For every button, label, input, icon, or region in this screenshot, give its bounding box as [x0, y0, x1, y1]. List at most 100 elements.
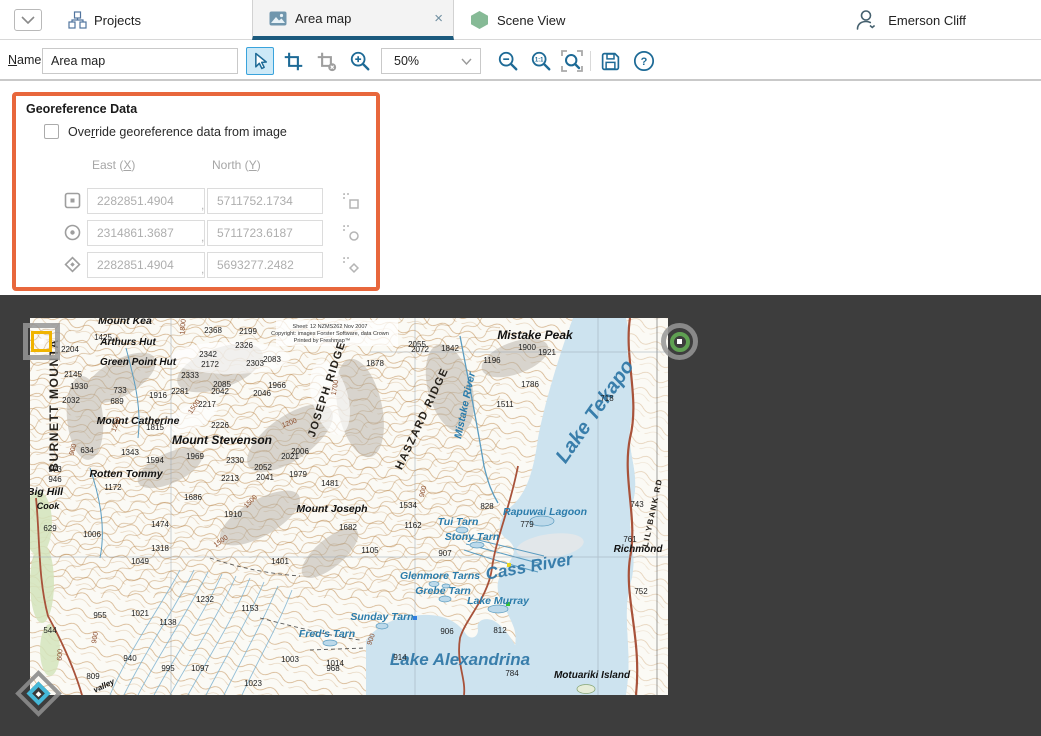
map-label: Fred's Tarn: [299, 628, 355, 640]
map-label: 1481: [321, 479, 339, 488]
map-label: 718: [600, 394, 614, 403]
map-label: 1162: [404, 521, 422, 530]
zoom-one-to-one-icon: 1:1: [530, 50, 552, 72]
map-label: 2172: [201, 360, 219, 369]
georef-marker-top-right[interactable]: [661, 323, 698, 360]
remove-crop-button[interactable]: [312, 47, 340, 75]
zoom-in-button[interactable]: [346, 47, 374, 75]
map-label: 2326: [235, 341, 253, 350]
tab-scene-view-label: Scene View: [497, 13, 565, 28]
save-button[interactable]: [596, 47, 624, 75]
map-label: 544: [43, 626, 57, 635]
map-label: 779: [520, 520, 534, 529]
map-label: Green Point Hut: [100, 357, 177, 368]
east-x-input-3[interactable]: 2282851.4904: [87, 252, 205, 278]
georef-row-bottom-left: 2282851.4904 , 5693277.2482: [16, 252, 376, 278]
map-label: Rotten Tommy: [89, 468, 163, 480]
crop-tool-button[interactable]: [279, 47, 307, 75]
map-label: 1049: [131, 557, 149, 566]
help-button[interactable]: ?: [630, 47, 658, 75]
map-label: 1511: [496, 400, 514, 409]
zoom-level-value: 50%: [394, 54, 419, 68]
expand-menu-button[interactable]: [14, 9, 42, 31]
pick-diamond-from-map-button[interactable]: [342, 256, 360, 274]
nav-projects[interactable]: Projects: [68, 0, 141, 40]
zoom-actual-size-button[interactable]: 1:1: [527, 47, 555, 75]
circle-point-icon: [64, 224, 81, 241]
close-tab-icon[interactable]: ×: [434, 11, 443, 26]
map-label: 1343: [121, 448, 139, 457]
map-label: Big Hill: [30, 486, 64, 498]
pick-circle-from-map-button[interactable]: [342, 224, 360, 242]
map-label: 2204: [61, 345, 79, 354]
tab-scene-view[interactable]: Scene View: [470, 0, 565, 40]
map-label: 1425: [94, 333, 112, 342]
map-label: 1786: [521, 380, 539, 389]
zoom-to-fit-button[interactable]: [558, 47, 586, 75]
georef-marker-top-left[interactable]: [23, 323, 60, 360]
zoom-level-select[interactable]: 50%: [381, 48, 481, 74]
map-label: 2333: [181, 371, 199, 380]
name-input[interactable]: [42, 48, 238, 74]
map-canvas-area: Sheet: 12 NZMS262 Nov 2007Copyright: ima…: [0, 295, 1041, 736]
name-label: Name:: [8, 53, 45, 67]
coordinate-separator: ,: [201, 198, 204, 212]
toolbar: Name: 50%: [0, 41, 1041, 81]
map-label: 1474: [151, 520, 169, 529]
east-x-input-2[interactable]: 2314861.3687: [87, 220, 205, 246]
map-label: 784: [505, 669, 519, 678]
map-label: 2342: [199, 350, 217, 359]
map-label: Sunday Tarn: [350, 611, 413, 623]
map-image[interactable]: Sheet: 12 NZMS262 Nov 2007Copyright: ima…: [30, 318, 668, 695]
pick-square-from-map-button[interactable]: [342, 192, 360, 210]
map-label: 812: [493, 626, 507, 635]
georef-row-top-right: 2314861.3687 , 5711723.6187: [16, 220, 376, 246]
north-y-input-3[interactable]: 5693277.2482: [207, 252, 323, 278]
override-checkbox-row[interactable]: Override georeference data from image: [44, 124, 287, 139]
map-label: 1138: [159, 618, 177, 627]
map-label: 1021: [131, 609, 149, 618]
north-y-input-2[interactable]: 5711723.6187: [207, 220, 323, 246]
north-y-input-1[interactable]: 5711752.1734: [207, 188, 323, 214]
map-label: 1172: [104, 483, 122, 492]
override-checkbox[interactable]: [44, 124, 59, 139]
user-menu[interactable]: Emerson Cliff: [854, 0, 966, 40]
zoom-out-icon: [497, 50, 519, 72]
map-label: 906: [440, 627, 454, 636]
map-label: 1815: [146, 423, 164, 432]
square-marker-icon: [31, 331, 52, 352]
map-label: Rapuwai Lagoon: [503, 506, 587, 518]
map-label: 2083: [263, 355, 281, 364]
map-label: 752: [634, 587, 648, 596]
georeference-panel: Georeference Data Override georeference …: [12, 92, 380, 291]
map-label: 2072: [411, 345, 429, 354]
svg-text:1:1: 1:1: [535, 58, 544, 64]
projects-label: Projects: [94, 13, 141, 28]
toolbar-separator: [590, 51, 591, 71]
map-label: Tui Tarn: [438, 516, 479, 528]
map-label: 2145: [64, 370, 82, 379]
map-label: 1594: [146, 456, 164, 465]
map-label: 995: [161, 664, 175, 673]
square-point-icon: [64, 192, 81, 209]
zoom-out-button[interactable]: [494, 47, 522, 75]
map-label: 2032: [62, 396, 80, 405]
map-label: 2042: [211, 387, 229, 396]
east-column-header: East (X): [92, 158, 135, 172]
map-label: Cook: [37, 501, 60, 511]
tab-area-map[interactable]: Area map ×: [252, 0, 454, 40]
crop-icon: [283, 51, 304, 72]
map-label: 1878: [366, 359, 384, 368]
diamond-point-icon: [64, 256, 81, 273]
zoom-fit-icon: [560, 49, 584, 73]
map-label: 2213: [221, 474, 239, 483]
map-label: 1401: [271, 557, 289, 566]
map-label: 2199: [239, 327, 257, 336]
map-label: Lake Alexandrina: [390, 650, 530, 669]
select-tool-button[interactable]: [246, 47, 274, 75]
map-label: Richmond: [614, 544, 664, 555]
map-label: Mount Catherine: [97, 415, 180, 427]
map-label: 809: [86, 672, 100, 681]
diamond-marker-icon: [26, 681, 50, 705]
east-x-input-1[interactable]: 2282851.4904: [87, 188, 205, 214]
